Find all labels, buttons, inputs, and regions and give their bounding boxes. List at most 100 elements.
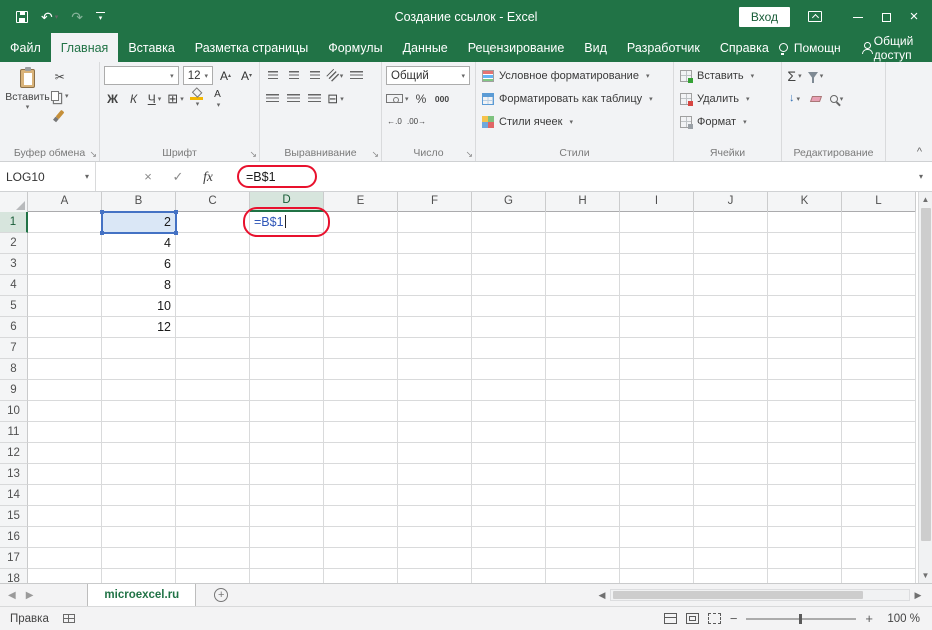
- cell-D10[interactable]: [250, 401, 324, 422]
- cell-B3[interactable]: 6: [102, 254, 176, 275]
- cell-G1[interactable]: [472, 212, 546, 233]
- cell-I17[interactable]: [620, 548, 694, 569]
- ribbon-tab-Рецензирование[interactable]: Рецензирование: [458, 33, 575, 62]
- zoom-slider[interactable]: [746, 613, 857, 624]
- paste-dropdown-icon[interactable]: ▾: [26, 103, 30, 111]
- cell-I13[interactable]: [620, 464, 694, 485]
- cell-I16[interactable]: [620, 527, 694, 548]
- cell-K17[interactable]: [768, 548, 842, 569]
- align-middle-button[interactable]: [285, 66, 302, 85]
- cell-C5[interactable]: [176, 296, 250, 317]
- cell-H1[interactable]: [546, 212, 620, 233]
- cell-K10[interactable]: [768, 401, 842, 422]
- cell-F17[interactable]: [398, 548, 472, 569]
- cell-E12[interactable]: [324, 443, 398, 464]
- cell-J16[interactable]: [694, 527, 768, 548]
- cell-C10[interactable]: [176, 401, 250, 422]
- cell-D3[interactable]: [250, 254, 324, 275]
- maximize-button[interactable]: [872, 0, 900, 33]
- ribbon-tab-Формулы[interactable]: Формулы: [318, 33, 392, 62]
- cell-A9[interactable]: [28, 380, 102, 401]
- cell-L13[interactable]: [842, 464, 916, 485]
- align-center-button[interactable]: [285, 89, 302, 108]
- cell-D14[interactable]: [250, 485, 324, 506]
- cell-E6[interactable]: [324, 317, 398, 338]
- cell-C18[interactable]: [176, 569, 250, 583]
- cell-G11[interactable]: [472, 422, 546, 443]
- cell-F3[interactable]: [398, 254, 472, 275]
- ribbon-tab-Файл[interactable]: Файл: [0, 33, 51, 62]
- cell-G2[interactable]: [472, 233, 546, 254]
- tell-me-button[interactable]: Помощн: [778, 41, 841, 55]
- cell-F9[interactable]: [398, 380, 472, 401]
- column-header-A[interactable]: A: [28, 192, 102, 212]
- row-header-13[interactable]: 13: [0, 464, 28, 485]
- align-top-button[interactable]: [264, 66, 281, 85]
- cell-I7[interactable]: [620, 338, 694, 359]
- zoom-level[interactable]: 100 %: [882, 613, 920, 625]
- copy-button[interactable]: [51, 86, 69, 105]
- cell-I8[interactable]: [620, 359, 694, 380]
- customize-quick-access-icon[interactable]: ▾: [95, 11, 105, 22]
- cell-D11[interactable]: [250, 422, 324, 443]
- cell-L17[interactable]: [842, 548, 916, 569]
- cell-D5[interactable]: [250, 296, 324, 317]
- find-select-button[interactable]: [828, 89, 845, 108]
- cell-H16[interactable]: [546, 527, 620, 548]
- column-header-L[interactable]: L: [842, 192, 916, 212]
- cell-G13[interactable]: [472, 464, 546, 485]
- page-break-view-icon[interactable]: [707, 613, 721, 624]
- ribbon-tab-Вставка[interactable]: Вставка: [118, 33, 184, 62]
- cell-L9[interactable]: [842, 380, 916, 401]
- cell-I14[interactable]: [620, 485, 694, 506]
- cell-E5[interactable]: [324, 296, 398, 317]
- column-header-D[interactable]: D: [250, 192, 324, 212]
- cell-B2[interactable]: 4: [102, 233, 176, 254]
- wrap-text-button[interactable]: [348, 66, 365, 85]
- cell-A5[interactable]: [28, 296, 102, 317]
- cell-D13[interactable]: [250, 464, 324, 485]
- cell-F14[interactable]: [398, 485, 472, 506]
- font-color-button[interactable]: А: [209, 89, 226, 108]
- zoom-out-button[interactable]: −: [730, 611, 738, 626]
- cell-G15[interactable]: [472, 506, 546, 527]
- cell-F6[interactable]: [398, 317, 472, 338]
- expand-formula-bar-icon[interactable]: ▾: [910, 172, 932, 181]
- column-header-I[interactable]: I: [620, 192, 694, 212]
- ribbon-tab-Справка[interactable]: Справка: [710, 33, 779, 62]
- cell-F11[interactable]: [398, 422, 472, 443]
- clipboard-dialog-launcher-icon[interactable]: ↘: [89, 150, 97, 159]
- cell-A11[interactable]: [28, 422, 102, 443]
- cell-K11[interactable]: [768, 422, 842, 443]
- cell-I18[interactable]: [620, 569, 694, 583]
- ribbon-tab-Главная[interactable]: Главная: [50, 33, 119, 62]
- cell-C1[interactable]: [176, 212, 250, 233]
- cell-I11[interactable]: [620, 422, 694, 443]
- column-header-H[interactable]: H: [546, 192, 620, 212]
- row-header-16[interactable]: 16: [0, 527, 28, 548]
- cell-G10[interactable]: [472, 401, 546, 422]
- row-header-9[interactable]: 9: [0, 380, 28, 401]
- paste-button[interactable]: Вставить ▾: [4, 65, 51, 146]
- column-header-K[interactable]: K: [768, 192, 842, 212]
- new-sheet-icon[interactable]: +: [214, 588, 229, 602]
- cell-L15[interactable]: [842, 506, 916, 527]
- row-header-10[interactable]: 10: [0, 401, 28, 422]
- cell-E14[interactable]: [324, 485, 398, 506]
- merge-center-button[interactable]: ⊟: [327, 89, 344, 108]
- macro-record-icon[interactable]: [62, 614, 75, 623]
- cell-C9[interactable]: [176, 380, 250, 401]
- cell-B1[interactable]: 2: [102, 212, 176, 233]
- sort-filter-button[interactable]: [807, 66, 824, 85]
- conditional-formatting-button[interactable]: Условное форматирование: [480, 65, 669, 86]
- column-header-C[interactable]: C: [176, 192, 250, 212]
- bold-button[interactable]: Ж: [104, 89, 121, 108]
- decrease-decimal-button[interactable]: .00→: [407, 112, 426, 131]
- cell-D15[interactable]: [250, 506, 324, 527]
- column-header-E[interactable]: E: [324, 192, 398, 212]
- cell-F16[interactable]: [398, 527, 472, 548]
- horizontal-scroll-thumb[interactable]: [613, 591, 863, 599]
- sign-in-button[interactable]: Вход: [738, 6, 790, 27]
- cell-L12[interactable]: [842, 443, 916, 464]
- cell-A1[interactable]: [28, 212, 102, 233]
